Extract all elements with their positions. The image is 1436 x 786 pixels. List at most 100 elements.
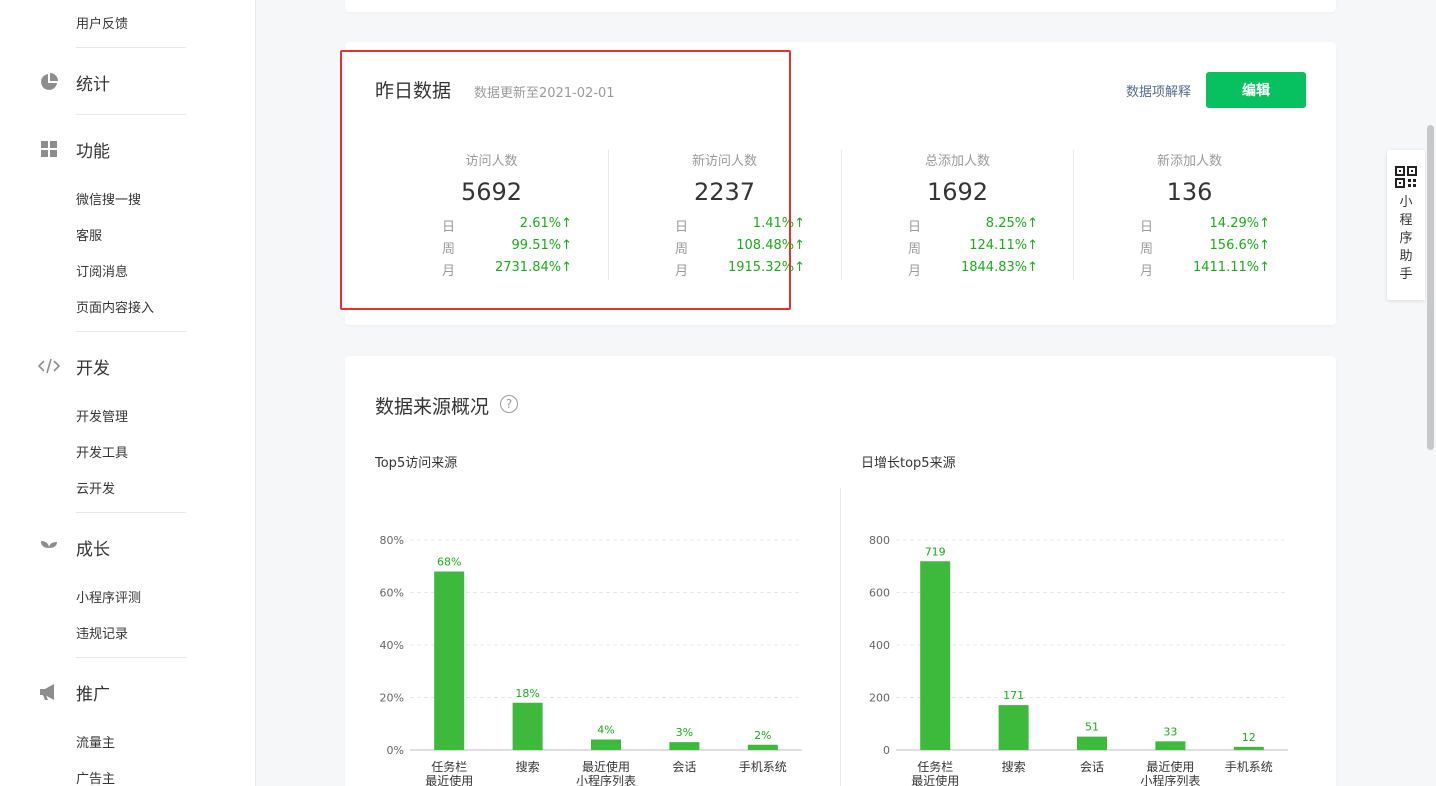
x-category-label: 搜索 [516, 759, 540, 774]
sidebar-item-advertiser[interactable]: 广告主 [76, 768, 115, 786]
mini-program-helper[interactable]: 小程序助手 [1387, 150, 1425, 300]
period-label: 日 [442, 220, 456, 235]
x-category-label: 任务栏 [917, 759, 953, 774]
sidebar-section-develop[interactable]: 开发 [38, 354, 110, 379]
period-label: 周 [442, 242, 456, 257]
yesterday-data-card: 昨日数据 数据更新至2021-02-01 数据项解释 编辑 访问人数 5692 … [345, 42, 1336, 325]
bar [434, 571, 465, 750]
previous-card [345, 0, 1336, 12]
sidebar-item-publisher[interactable]: 流量主 [76, 732, 115, 751]
source-overview-card: 数据来源概况 ? Top5访问来源 日增长top5来源 0% 20% 40% 60% 8… [345, 356, 1336, 786]
metric-month-change: 月 1844.83%↑ [908, 260, 1038, 279]
bar-value-label: 68% [437, 556, 461, 569]
scrollbar[interactable] [1426, 0, 1436, 786]
sidebar-section-features[interactable]: 功能 [38, 137, 110, 162]
sidebar-divider [76, 47, 186, 48]
sidebar-item-violations[interactable]: 违规记录 [76, 623, 128, 642]
metric-day-change: 日 8.25%↑ [908, 216, 1038, 235]
period-label: 月 [442, 264, 456, 279]
sidebar-section-growth[interactable]: 成长 [38, 535, 110, 560]
change-value: 108.48%↑ [736, 238, 805, 253]
metric-visitors: 访问人数 5692 日 2.61%↑ 周 99.51%↑ 月 2731.84%↑ [375, 150, 608, 282]
metric-value: 136 [1166, 178, 1213, 206]
metric-week-change: 周 108.48%↑ [675, 238, 805, 257]
metric-value: 1692 [926, 178, 989, 206]
bar [920, 561, 951, 750]
helper-text: 小程序助手 [1399, 195, 1413, 282]
update-date-text: 数据更新至2021-02-01 [474, 86, 615, 101]
metric-day-change: 日 14.29%↑ [1140, 216, 1270, 235]
x-category-label: 最近使用 [911, 773, 959, 786]
x-category-label: 任务栏 [431, 759, 467, 774]
sidebar-item-subscribe-message[interactable]: 订阅消息 [76, 261, 128, 280]
x-category-label: 手机系统 [739, 760, 787, 774]
period-label: 日 [1140, 220, 1154, 235]
period-label: 日 [908, 220, 922, 235]
x-category-label: 手机系统 [1225, 760, 1273, 774]
y-tick-label: 0 [883, 744, 890, 757]
change-value: 14.29%↑ [1209, 216, 1270, 231]
metric-total-added: 总添加人数 1692 日 8.25%↑ 周 124.11%↑ 月 1844.83%↑ [841, 150, 1074, 282]
metric-label: 访问人数 [465, 154, 518, 169]
sidebar-item-evaluation[interactable]: 小程序评测 [76, 587, 141, 606]
metric-label: 新添加人数 [1156, 154, 1222, 169]
bar-value-label: 51 [1085, 721, 1099, 734]
sidebar-item-feedback[interactable]: 用户反馈 [76, 13, 128, 32]
growth-source-bar-chart: 0200400600800719任务栏最近使用171搜索51会话33最近使用小程… [869, 534, 1288, 786]
metric-value: 5692 [460, 178, 523, 206]
x-category-label: 会话 [1080, 760, 1104, 774]
metric-value: 2237 [693, 178, 756, 206]
sidebar-section-label: 开发 [76, 358, 110, 379]
sidebar-section-label: 成长 [76, 539, 110, 560]
y-tick-label: 600 [869, 587, 890, 600]
sidebar: 用户反馈 统计 功能 微信搜一搜 客服 订阅消息 页面内容接入 开发 开发管理 … [0, 0, 256, 786]
change-value: 8.25%↑ [985, 216, 1038, 231]
sidebar-divider [76, 331, 186, 332]
sidebar-item-dev-manage[interactable]: 开发管理 [76, 406, 128, 425]
sidebar-item-customer-service[interactable]: 客服 [76, 225, 102, 244]
pie-chart-icon [38, 71, 60, 93]
change-value: 1.41%↑ [752, 216, 805, 231]
period-label: 月 [675, 264, 689, 279]
x-category-label: 最近使用 [582, 759, 630, 774]
change-value: 2.61%↑ [519, 216, 572, 231]
metric-month-change: 月 1411.11%↑ [1140, 260, 1270, 279]
qr-code-icon [1395, 166, 1417, 188]
sidebar-section-promotion[interactable]: 推广 [38, 680, 110, 705]
period-label: 周 [908, 242, 922, 257]
scrollbar-thumb[interactable] [1427, 125, 1434, 450]
metric-new-visitors: 新访问人数 2237 日 1.41%↑ 周 108.48%↑ 月 1915.32%↑ [608, 150, 841, 282]
change-value: 1915.32%↑ [727, 260, 805, 275]
sidebar-section-label: 功能 [76, 141, 110, 162]
period-label: 周 [675, 242, 689, 257]
sidebar-item-cloud-dev[interactable]: 云开发 [76, 478, 115, 497]
sidebar-divider [76, 657, 186, 658]
bar [1233, 746, 1264, 750]
sidebar-item-dev-tools[interactable]: 开发工具 [76, 442, 128, 461]
x-category-label: 搜索 [1002, 759, 1026, 774]
metric-week-change: 周 99.51%↑ [442, 238, 572, 257]
sidebar-section-stats[interactable]: 统计 [38, 70, 110, 95]
bar [512, 702, 543, 750]
bar [747, 744, 778, 750]
period-label: 月 [908, 264, 922, 279]
source-overview-title: 数据来源概况 [375, 396, 490, 418]
question-circle-icon[interactable]: ? [500, 395, 518, 413]
sidebar-divider [76, 114, 186, 115]
sidebar-section-label: 统计 [76, 74, 110, 95]
y-tick-label: 200 [869, 692, 890, 705]
data-explanation-link[interactable]: 数据项解释 [1126, 81, 1191, 100]
y-tick-label: 20% [380, 692, 404, 705]
x-category-label: 小程序列表 [1140, 773, 1200, 786]
sidebar-item-wechat-search[interactable]: 微信搜一搜 [76, 189, 141, 208]
edit-button[interactable]: 编辑 [1206, 72, 1306, 108]
metric-day-change: 日 1.41%↑ [675, 216, 805, 235]
metric-label: 总添加人数 [924, 154, 990, 169]
sidebar-section-label: 推广 [76, 684, 110, 705]
bar-value-label: 33 [1163, 725, 1177, 738]
metric-day-change: 日 2.61%↑ [442, 216, 572, 235]
bar-value-label: 2% [754, 729, 771, 742]
x-category-label: 最近使用 [1146, 759, 1194, 774]
sidebar-item-page-content[interactable]: 页面内容接入 [76, 297, 154, 316]
bar-value-label: 4% [597, 724, 614, 737]
